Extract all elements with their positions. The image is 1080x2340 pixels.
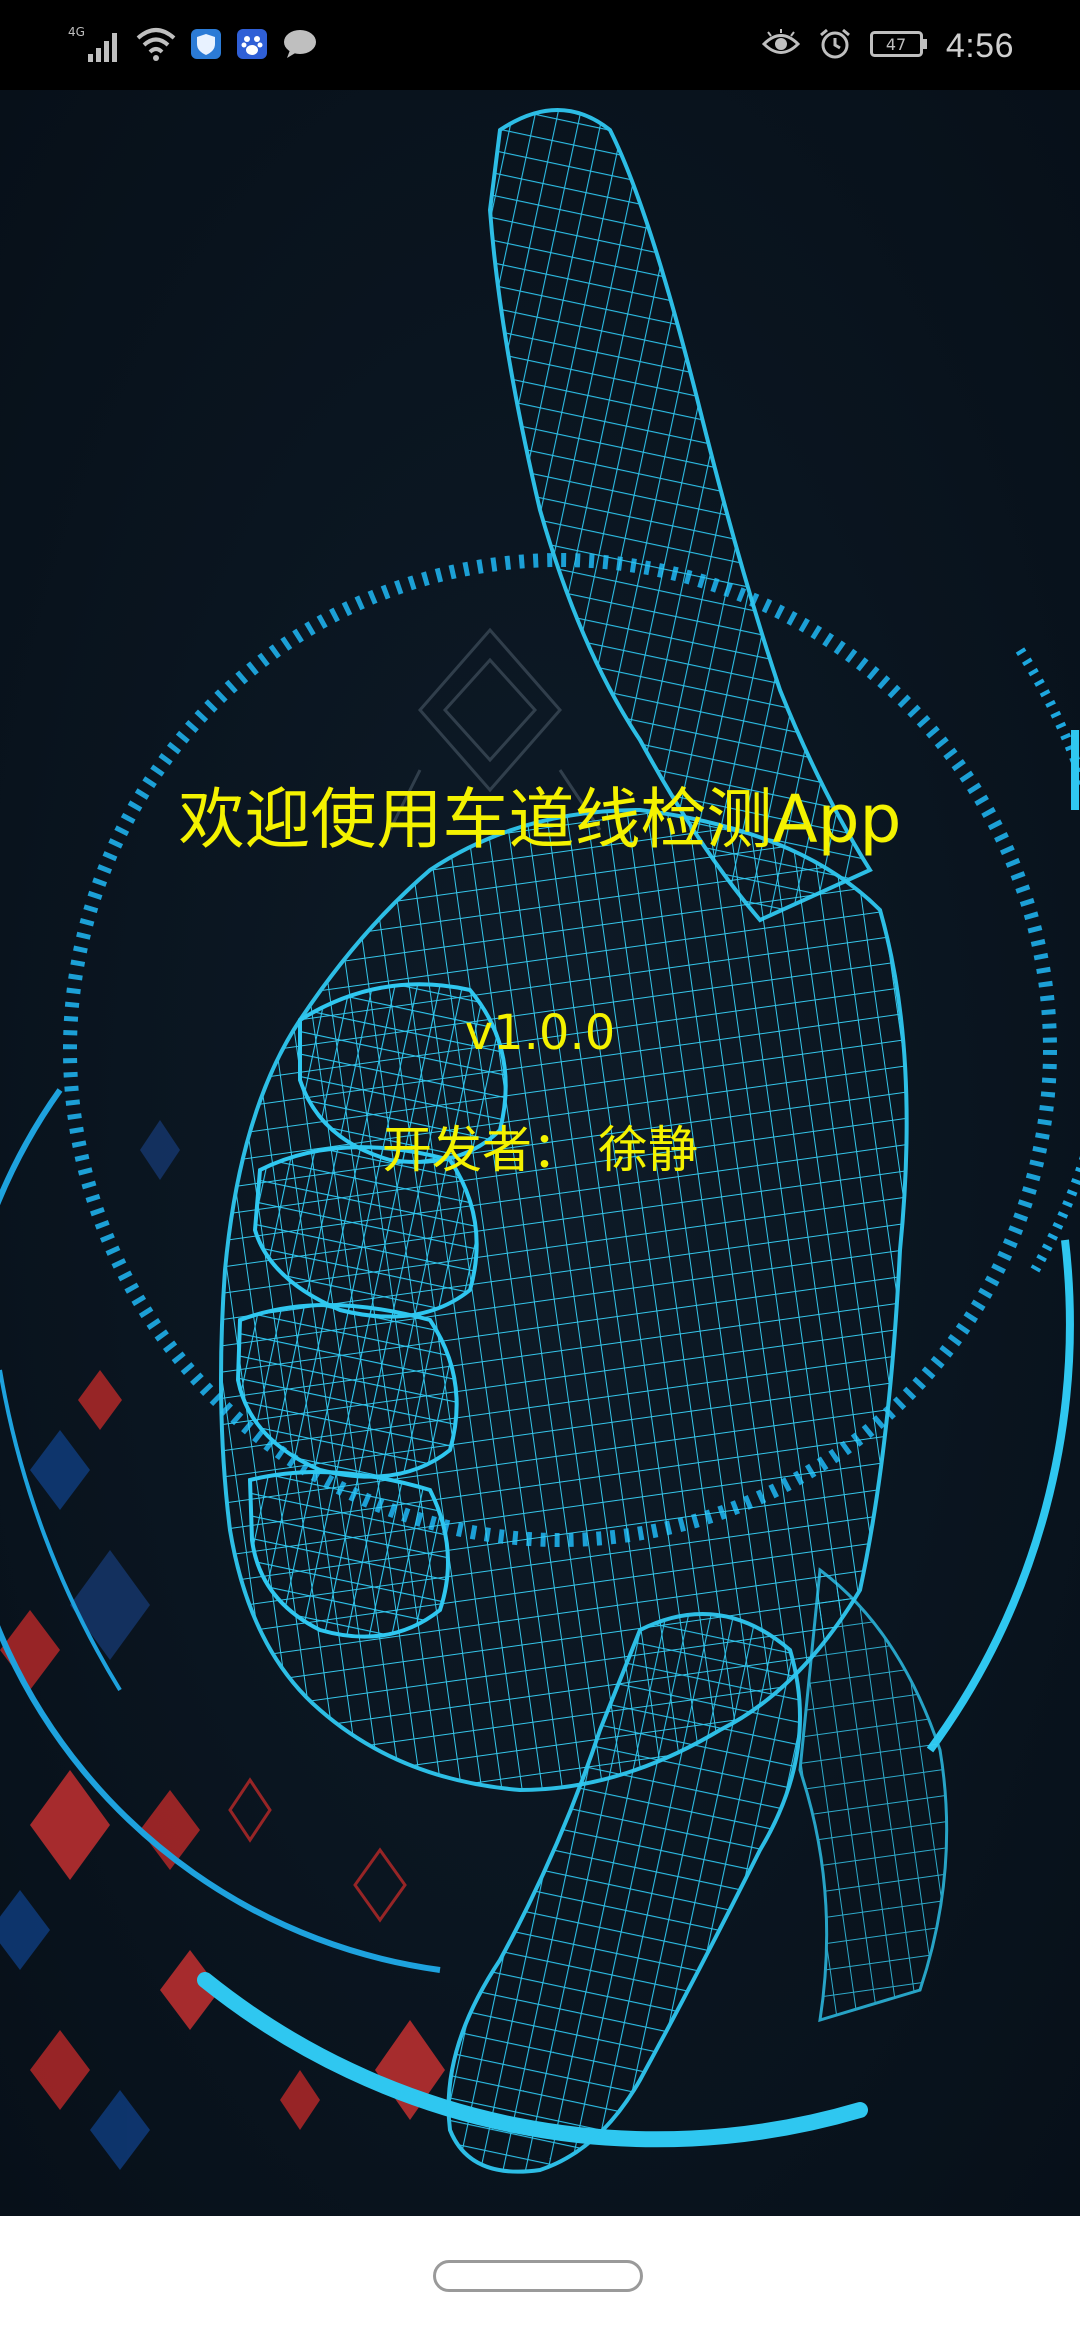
shield-app-icon xyxy=(190,28,222,64)
version-label: v1.0.0 xyxy=(464,1005,616,1061)
baidu-app-icon xyxy=(236,28,268,64)
status-left: 4G xyxy=(68,24,318,68)
clock-time: 4:56 xyxy=(945,26,1014,65)
app-title: 欢迎使用车道线检测App xyxy=(178,781,902,858)
alarm-icon xyxy=(818,27,852,65)
developer-label: 开发者： 徐静 xyxy=(382,1121,698,1179)
status-right: 47 4:56 xyxy=(761,22,1014,70)
signal-icon: 4G xyxy=(68,24,122,68)
eye-icon xyxy=(761,29,800,63)
navigation-bar xyxy=(0,2216,1080,2340)
svg-text:4G: 4G xyxy=(68,25,85,39)
svg-text:47: 47 xyxy=(886,35,906,54)
status-bar: 4G 47 4:56 xyxy=(0,0,1080,90)
battery-icon: 47 xyxy=(869,29,928,63)
message-icon xyxy=(282,28,318,64)
home-indicator[interactable] xyxy=(433,2260,643,2292)
wifi-icon xyxy=(136,26,176,66)
splash-screen: 欢迎使用车道线检测App v1.0.0 开发者： 徐静 xyxy=(0,90,1080,2216)
